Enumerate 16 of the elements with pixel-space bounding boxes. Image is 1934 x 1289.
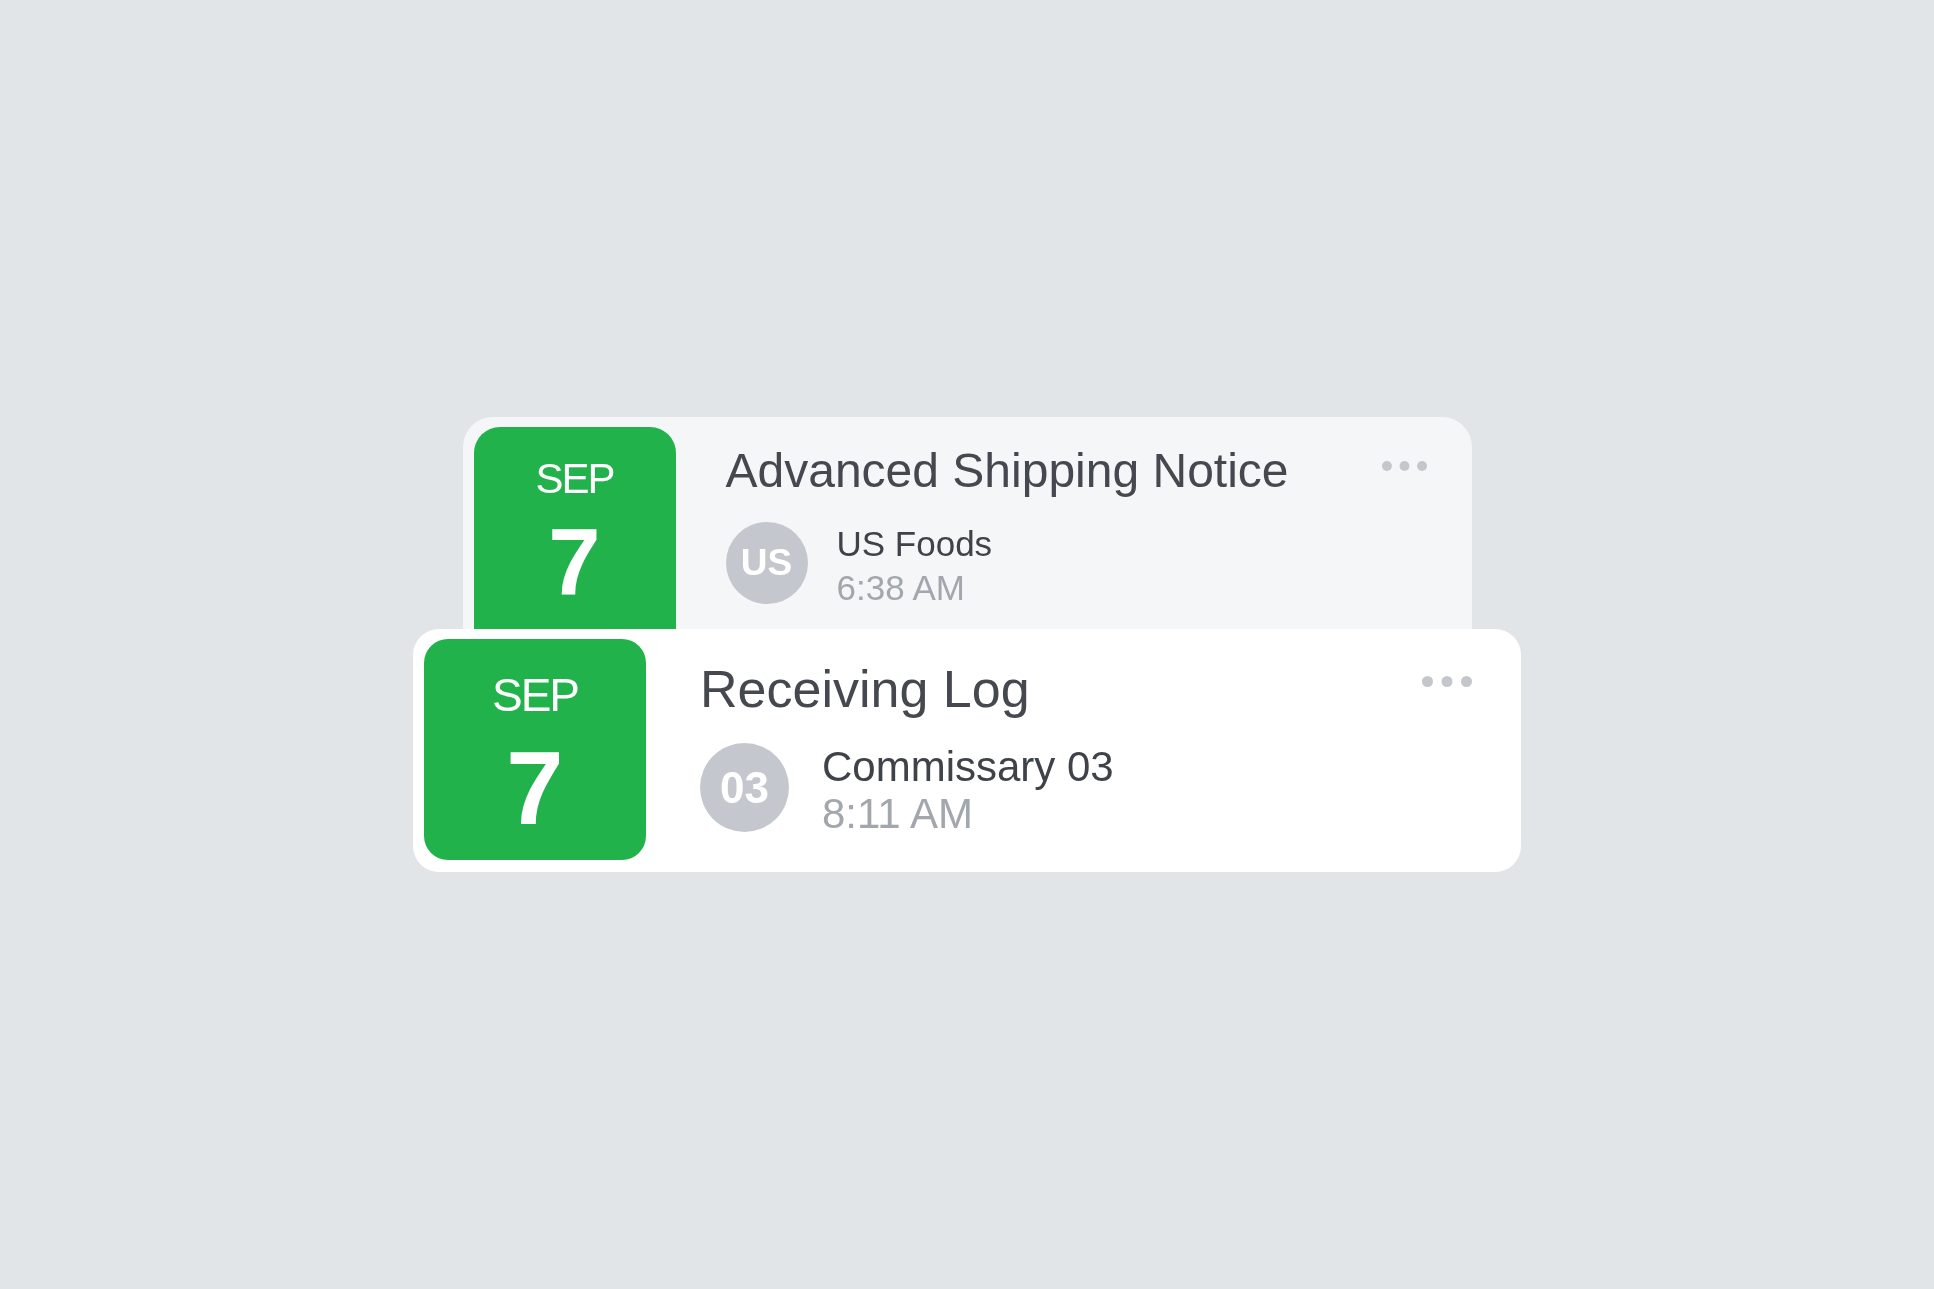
document-card[interactable]: SEP 7 Advanced Shipping Notice US US Foods 6:38 AM bbox=[462, 417, 1472, 629]
avatar: 03 bbox=[700, 743, 789, 832]
card-title: Advanced Shipping Notice bbox=[725, 443, 1289, 499]
sender-name: Commissary 03 bbox=[822, 743, 1114, 790]
sender-name: US Foods bbox=[836, 523, 993, 565]
avatar: US bbox=[725, 522, 808, 604]
card-title: Receiving Log bbox=[700, 659, 1030, 720]
document-card[interactable]: SEP 7 Receiving Log 03 Commissary 03 8:11 AM bbox=[413, 629, 1521, 872]
timestamp: 8:11 AM bbox=[822, 790, 973, 837]
day-number: 7 bbox=[548, 516, 601, 610]
day-number: 7 bbox=[506, 737, 564, 840]
month-label: SEP bbox=[491, 672, 578, 718]
more-icon[interactable] bbox=[1422, 676, 1472, 687]
timestamp: 6:38 AM bbox=[836, 567, 965, 609]
more-icon[interactable] bbox=[1381, 461, 1427, 471]
month-label: SEP bbox=[535, 458, 614, 500]
